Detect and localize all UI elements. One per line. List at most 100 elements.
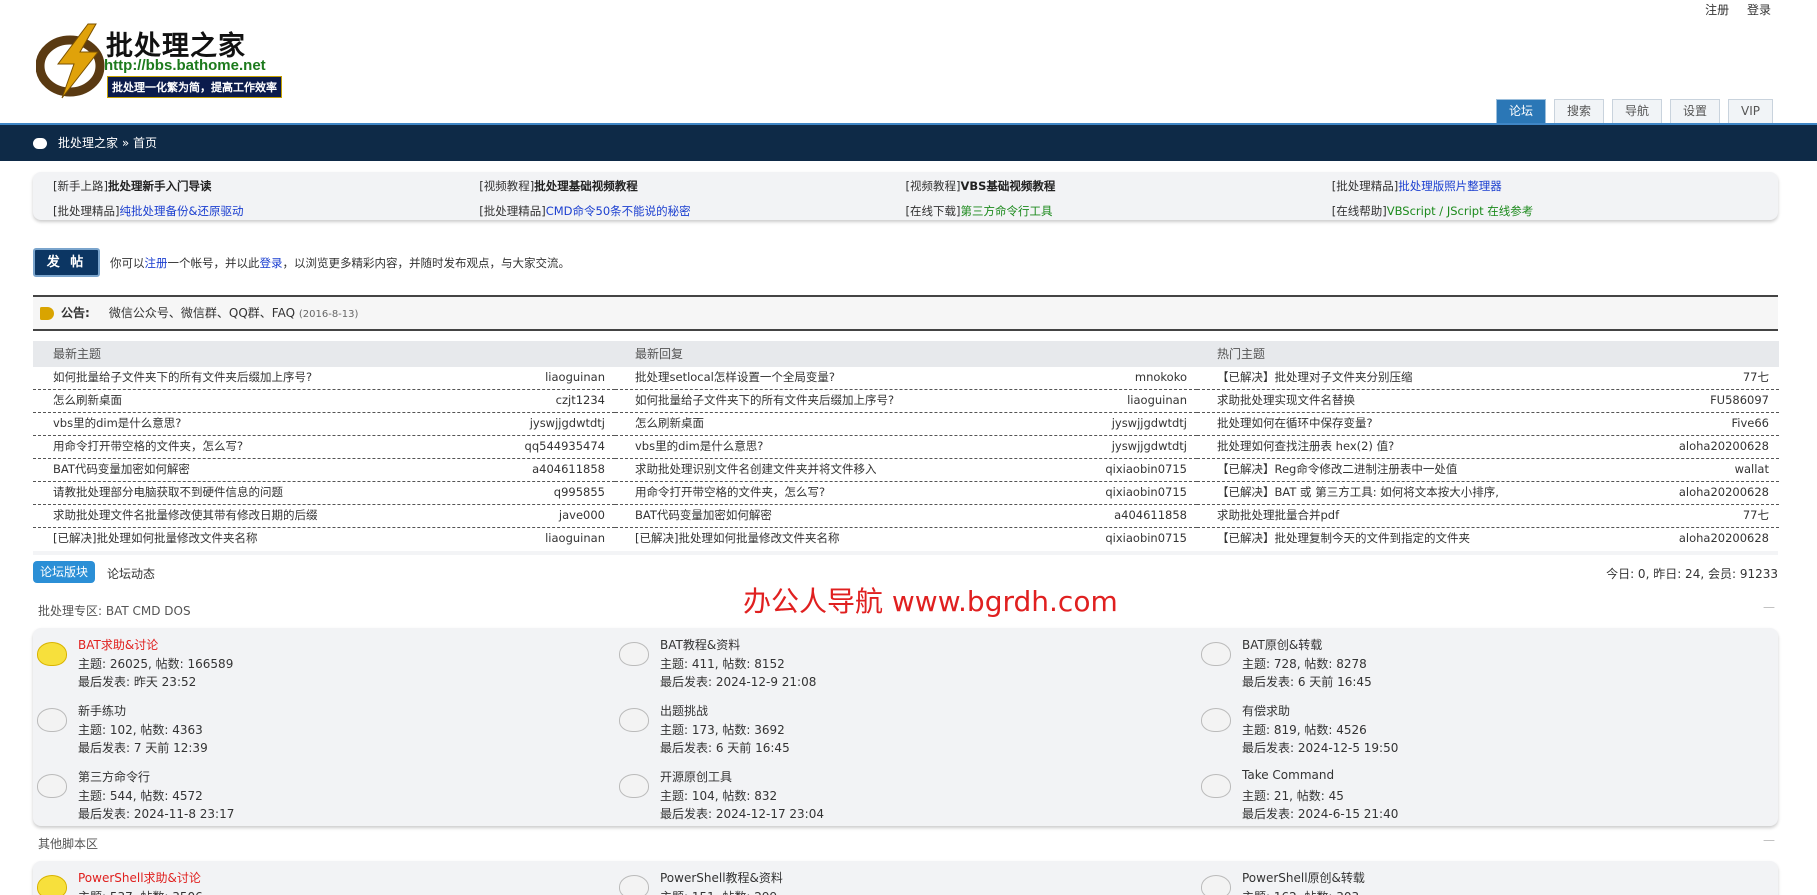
topic-author[interactable]: jave000: [559, 505, 605, 527]
quick-link[interactable]: [在线下载]第三方命令行工具: [906, 202, 1332, 221]
topic-title[interactable]: 求助批处理实现文件名替换: [1217, 390, 1355, 412]
topic-title[interactable]: 【已解决】BAT 或 第三方工具: 如何将文本按大小排序,: [1217, 482, 1499, 504]
topic-author[interactable]: qixiaobin0715: [1105, 459, 1187, 481]
forum-entry[interactable]: Take Command 主题: 21, 帖数: 45 最后发表: 2024-6-1…: [1197, 764, 1757, 830]
topic-row[interactable]: 如何批量给子文件夹下的所有文件夹后缀加上序号? liaoguinan: [615, 390, 1197, 413]
login-link[interactable]: 登录: [1747, 3, 1771, 17]
topic-title[interactable]: 怎么刷新桌面: [53, 390, 122, 412]
forum-last-post[interactable]: 最后发表: 6 天前 16:45: [1242, 673, 1372, 690]
forum-entry[interactable]: 第三方命令行 主题: 544, 帖数: 4572 最后发表: 2024-11-8 2…: [33, 764, 593, 830]
forum-name[interactable]: BAT教程&资料: [660, 636, 740, 653]
topic-title[interactable]: 批处理如何查找注册表 hex(2) 值?: [1217, 436, 1394, 458]
section-title[interactable]: 批处理专区: BAT CMD DOS: [38, 602, 191, 619]
topic-title[interactable]: 如何批量给子文件夹下的所有文件夹后缀加上序号?: [635, 390, 894, 412]
forum-name[interactable]: 出题挑战: [660, 702, 708, 719]
topic-title[interactable]: 求助批处理文件名批量修改使其带有修改日期的后缀: [53, 505, 318, 527]
topic-title[interactable]: 【已解决】Reg命令修改二进制注册表中一处值: [1217, 459, 1457, 481]
nav-search[interactable]: 搜索: [1553, 99, 1604, 123]
quick-link[interactable]: [在线帮助]VBScript / JScript 在线参考: [1332, 202, 1758, 221]
topic-title[interactable]: 请教批处理部分电脑获取不到硬件信息的问题: [53, 482, 283, 504]
topic-row[interactable]: BAT代码变量加密如何解密 a404611858: [615, 505, 1197, 528]
forum-last-post[interactable]: 最后发表: 2024-6-15 21:40: [1242, 805, 1398, 822]
topic-row[interactable]: vbs里的dim是什么意思? jyswjjgdwtdtj: [33, 413, 615, 436]
topic-title[interactable]: 批处理如何在循环中保存变量?: [1217, 413, 1373, 435]
forum-name[interactable]: 开源原创工具: [660, 768, 732, 785]
topic-row[interactable]: 【已解决】Reg命令修改二进制注册表中一处值 wallat: [1197, 459, 1779, 482]
forum-entry[interactable]: 新手练功 主题: 102, 帖数: 4363 最后发表: 7 天前 12:39: [33, 698, 593, 764]
topic-author[interactable]: jyswjjgdwtdtj: [1112, 413, 1187, 435]
topic-title[interactable]: 如何批量给子文件夹下的所有文件夹后缀加上序号?: [53, 367, 312, 389]
forum-name[interactable]: 新手练功: [78, 702, 126, 719]
nav-forum[interactable]: 论坛: [1495, 99, 1546, 123]
tip-login-link[interactable]: 登录: [260, 256, 283, 270]
topic-author[interactable]: a404611858: [1114, 505, 1187, 527]
topic-row[interactable]: [已解决]批处理如何批量修改文件夹名称 qixiaobin0715: [615, 528, 1197, 551]
forum-name[interactable]: Take Command: [1242, 768, 1334, 782]
new-post-button[interactable]: 发 帖: [33, 248, 100, 277]
topic-author[interactable]: mnokoko: [1135, 367, 1187, 389]
topic-title[interactable]: vbs里的dim是什么意思?: [53, 413, 181, 435]
topic-row[interactable]: vbs里的dim是什么意思? jyswjjgdwtdtj: [615, 436, 1197, 459]
forum-last-post[interactable]: 最后发表: 6 天前 16:45: [660, 739, 790, 756]
topic-row[interactable]: 批处理如何查找注册表 hex(2) 值? aloha20200628: [1197, 436, 1779, 459]
topic-title[interactable]: 【已解决】批处理对子文件夹分别压缩: [1217, 367, 1413, 389]
forum-entry[interactable]: 开源原创工具 主题: 104, 帖数: 832 最后发表: 2024-12-17 2…: [615, 764, 1175, 830]
topic-title[interactable]: BAT代码变量加密如何解密: [53, 459, 190, 481]
topic-row[interactable]: 求助批处理批量合并pdf 77七: [1197, 505, 1779, 528]
tab-forum-boards[interactable]: 论坛版块: [33, 561, 95, 583]
topic-title[interactable]: 【已解决】批处理复制今天的文件到指定的文件夹: [1217, 528, 1470, 551]
quick-link[interactable]: [视频教程]VBS基础视频教程: [906, 177, 1332, 196]
nav-navigation[interactable]: 导航: [1611, 99, 1662, 123]
topic-title[interactable]: vbs里的dim是什么意思?: [635, 436, 763, 458]
forum-last-post[interactable]: 最后发表: 2024-12-9 21:08: [660, 673, 816, 690]
topic-author[interactable]: 77七: [1743, 367, 1769, 389]
forum-entry[interactable]: BAT教程&资料 主题: 411, 帖数: 8152 最后发表: 2024-12-9…: [615, 632, 1175, 698]
forum-name[interactable]: PowerShell求助&讨论: [78, 869, 201, 886]
topic-author[interactable]: aloha20200628: [1679, 436, 1769, 458]
tip-register-link[interactable]: 注册: [145, 256, 168, 270]
forum-last-post[interactable]: 最后发表: 7 天前 12:39: [78, 739, 208, 756]
forum-name[interactable]: 有偿求助: [1242, 702, 1290, 719]
topic-row[interactable]: 求助批处理实现文件名替换 FU586097: [1197, 390, 1779, 413]
quick-link[interactable]: [新手上路]批处理新手入门导读: [53, 177, 479, 196]
topic-title[interactable]: [已解决]批处理如何批量修改文件夹名称: [635, 528, 839, 551]
topic-author[interactable]: liaoguinan: [545, 528, 605, 551]
topic-title[interactable]: 求助批处理识别文件名创建文件夹并将文件移入: [635, 459, 877, 481]
topic-row[interactable]: 【已解决】BAT 或 第三方工具: 如何将文本按大小排序, aloha202006…: [1197, 482, 1779, 505]
topic-row[interactable]: 批处理如何在循环中保存变量? Five66: [1197, 413, 1779, 436]
quick-link[interactable]: [批处理精品]CMD命令50条不能说的秘密: [479, 202, 905, 221]
forum-entry[interactable]: PowerShell原创&转载主题: 162, 帖数: 303: [1197, 865, 1757, 895]
topic-author[interactable]: q995855: [554, 482, 605, 504]
topic-author[interactable]: liaoguinan: [1127, 390, 1187, 412]
topic-title[interactable]: BAT代码变量加密如何解密: [635, 505, 772, 527]
forum-last-post[interactable]: 最后发表: 2024-12-5 19:50: [1242, 739, 1398, 756]
topic-title[interactable]: 批处理setlocal怎样设置一个全局变量?: [635, 367, 835, 389]
nav-settings[interactable]: 设置: [1670, 99, 1721, 123]
topic-title[interactable]: 用命令打开带空格的文件夹，怎么写?: [53, 436, 243, 458]
topic-author[interactable]: qixiaobin0715: [1105, 482, 1187, 504]
quick-link[interactable]: [批处理精品]纯批处理备份&还原驱动: [53, 202, 479, 221]
topic-title[interactable]: 用命令打开带空格的文件夹，怎么写?: [635, 482, 825, 504]
announcement-link[interactable]: 微信公众号、微信群、QQ群、FAQ: [109, 306, 295, 320]
topic-author[interactable]: wallat: [1735, 459, 1769, 481]
topic-author[interactable]: qq544935474: [525, 436, 605, 458]
collapse-icon[interactable]: —: [1763, 833, 1775, 847]
forum-entry[interactable]: PowerShell求助&讨论主题: 537, 帖数: 3506: [33, 865, 593, 895]
forum-entry[interactable]: BAT原创&转载 主题: 728, 帖数: 8278 最后发表: 6 天前 16:4…: [1197, 632, 1757, 698]
topic-row[interactable]: [已解决]批处理如何批量修改文件夹名称 liaoguinan: [33, 528, 615, 551]
topic-row[interactable]: 批处理setlocal怎样设置一个全局变量? mnokoko: [615, 367, 1197, 390]
topic-author[interactable]: czjt1234: [556, 390, 605, 412]
forum-last-post[interactable]: 最后发表: 2024-12-17 23:04: [660, 805, 824, 822]
forum-name[interactable]: BAT原创&转载: [1242, 636, 1322, 653]
forum-name[interactable]: PowerShell教程&资料: [660, 869, 783, 886]
section-title[interactable]: 其他脚本区: [38, 835, 98, 852]
forum-last-post[interactable]: 最后发表: 2024-11-8 23:17: [78, 805, 234, 822]
topic-author[interactable]: FU586097: [1710, 390, 1769, 412]
forum-entry[interactable]: 出题挑战 主题: 173, 帖数: 3692 最后发表: 6 天前 16:45: [615, 698, 1175, 764]
topic-author[interactable]: jyswjjgdwtdtj: [530, 413, 605, 435]
nav-vip[interactable]: VIP: [1728, 99, 1773, 123]
topic-row[interactable]: 怎么刷新桌面 czjt1234: [33, 390, 615, 413]
quick-link[interactable]: [视频教程]批处理基础视频教程: [479, 177, 905, 196]
topic-row[interactable]: 求助批处理文件名批量修改使其带有修改日期的后缀 jave000: [33, 505, 615, 528]
topic-row[interactable]: 用命令打开带空格的文件夹，怎么写? qq544935474: [33, 436, 615, 459]
